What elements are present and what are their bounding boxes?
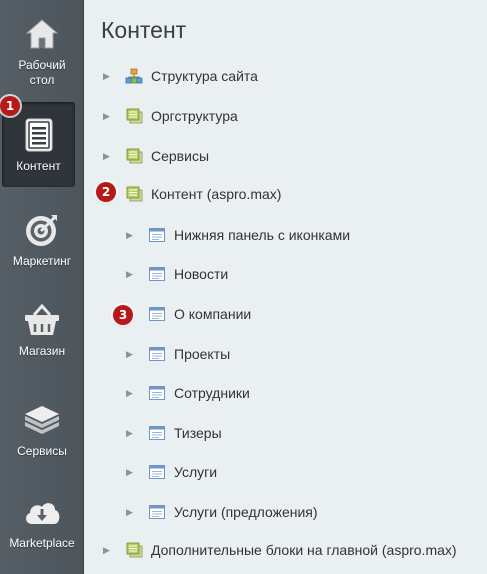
tree-item-label: Проекты <box>174 346 231 362</box>
layers-icon <box>22 400 62 440</box>
iblock-icon <box>125 148 143 164</box>
expand-arrow-icon[interactable]: ▶ <box>126 507 136 518</box>
basket-icon <box>22 300 62 340</box>
sidebar-item-label: Сервисы <box>17 444 67 458</box>
tree-item-extra-blocks[interactable]: ▶ Дополнительные блоки на главной (aspro… <box>103 538 457 562</box>
list-icon <box>148 464 166 480</box>
expand-arrow-icon[interactable]: ▶ <box>126 428 136 439</box>
step-badge: 1 <box>0 96 20 116</box>
tree-item-label: Сотрудники <box>174 385 250 401</box>
tree-item-services[interactable]: ▶ Сервисы <box>103 144 209 168</box>
list-icon <box>148 385 166 401</box>
tree-item-employees[interactable]: ▶ Сотрудники <box>126 381 250 405</box>
sidebar-item-label: Магазин <box>18 344 66 358</box>
sidebar-item-label: Маркетинг <box>12 254 72 268</box>
iblock-icon <box>125 108 143 124</box>
list-icon <box>148 425 166 441</box>
step-badge: 3 <box>113 305 133 325</box>
home-icon <box>22 14 62 54</box>
tree-item-label: Новости <box>174 266 229 282</box>
sidebar-item-marketing[interactable]: Маркетинг <box>0 210 84 269</box>
sidebar-item-label: Рабочий стол <box>18 58 66 87</box>
tree-item-label: Дополнительные блоки на главной (aspro.m… <box>151 542 457 558</box>
iblock-icon <box>125 186 143 202</box>
expand-arrow-icon[interactable]: ▶ <box>126 269 136 280</box>
tree-item-uslugi-offers[interactable]: ▶ Услуги (предложения) <box>126 500 318 524</box>
tree-item-news[interactable]: ▶ Новости <box>126 262 228 286</box>
expand-arrow-icon[interactable]: ▶ <box>103 545 113 556</box>
iblock-icon <box>125 542 143 558</box>
tree-item-uslugi[interactable]: ▶ Услуги <box>126 460 217 484</box>
tree-item-label: О компании <box>174 306 252 322</box>
list-icon <box>148 266 166 282</box>
tree-item-label: Услуги (предложения) <box>174 504 318 520</box>
tree-item-label: Оргструктура <box>151 108 238 124</box>
tree-item-label: Нижняя панель с иконками <box>174 227 351 243</box>
tree-item-teasers[interactable]: ▶ Тизеры <box>126 421 222 445</box>
left-sidebar: Рабочий стол Контент Маркетинг Магазин С… <box>0 0 84 574</box>
expand-arrow-icon[interactable]: ▶ <box>126 230 136 241</box>
tree-item-org-structure[interactable]: ▶ Оргструктура <box>103 104 238 128</box>
cloud-download-icon <box>22 492 62 532</box>
tree-item-label: Структура сайта <box>151 68 258 84</box>
tree-item-projects[interactable]: ▶ Проекты <box>126 342 230 366</box>
tree-item-label: Сервисы <box>151 148 210 164</box>
list-icon <box>148 306 166 322</box>
sidebar-item-marketplace[interactable]: Marketplace <box>0 492 84 551</box>
target-icon <box>22 210 62 250</box>
tree-item-label: Контент (aspro.max) <box>151 186 282 202</box>
list-icon <box>148 504 166 520</box>
sidebar-item-label: Marketplace <box>9 536 75 550</box>
main-panel: Контент ▶ Структура сайта ▶ Оргструктура… <box>85 0 487 574</box>
sitemap-icon <box>125 68 143 84</box>
expand-arrow-icon[interactable]: ▶ <box>103 151 113 162</box>
tree-item-label: Услуги <box>174 464 218 480</box>
list-icon <box>148 227 166 243</box>
sidebar-item-label: Контент <box>16 159 61 173</box>
expand-arrow-icon[interactable]: ▶ <box>103 71 113 82</box>
tree-item-content-aspro[interactable]: ▶ Контент (aspro.max) <box>103 182 281 206</box>
expand-arrow-icon[interactable]: ▶ <box>126 349 136 360</box>
step-badge: 2 <box>96 182 116 202</box>
tree-item-bottom-panel[interactable]: ▶ Нижняя панель с иконками <box>126 223 350 247</box>
tree-item-label: Тизеры <box>174 425 222 441</box>
sidebar-item-services[interactable]: Сервисы <box>0 400 84 459</box>
page-title: Контент <box>101 17 187 43</box>
sidebar-item-shop[interactable]: Магазин <box>0 300 84 359</box>
expand-arrow-icon[interactable]: ▶ <box>126 467 136 478</box>
document-icon <box>19 115 59 155</box>
expand-arrow-icon[interactable]: ▶ <box>103 111 113 122</box>
tree-item-site-structure[interactable]: ▶ Структура сайта <box>103 64 258 88</box>
sidebar-item-desktop[interactable]: Рабочий стол <box>0 14 84 88</box>
expand-arrow-icon[interactable]: ▶ <box>126 388 136 399</box>
list-icon <box>148 346 166 362</box>
tree-item-about[interactable]: ▶ О компании <box>126 302 251 326</box>
